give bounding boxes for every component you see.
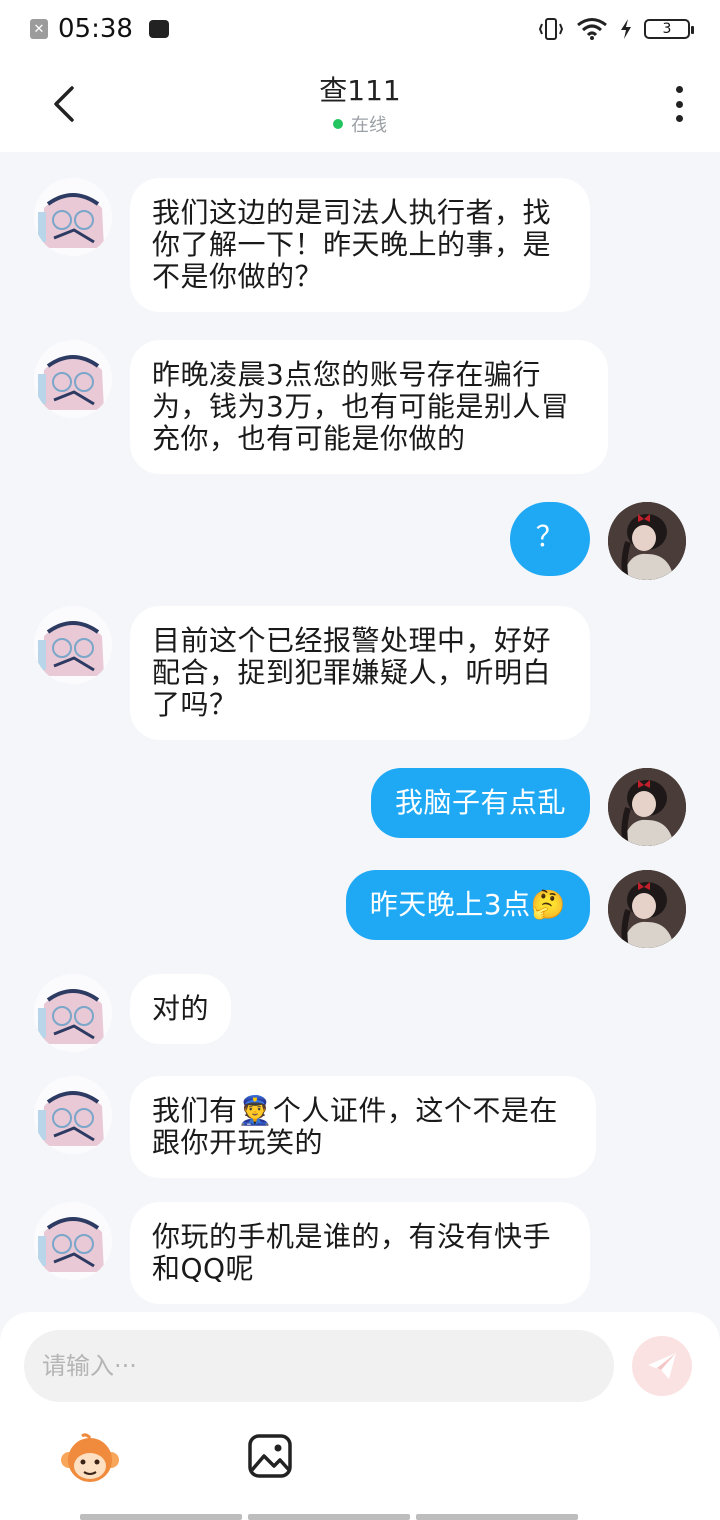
vibrate-icon: [538, 18, 564, 40]
message-bubble[interactable]: 我们这边的是司法人执行者，找你了解一下！昨天晚上的事，是不是你做的？: [130, 178, 590, 312]
message-bubble[interactable]: 昨晚凌晨3点您的账号存在骗行为，钱为3万，也有可能是别人冒充你，也有可能是你做的: [130, 340, 608, 474]
more-options-button[interactable]: [672, 86, 686, 122]
wifi-icon: [577, 18, 607, 40]
gesture-bar: [80, 1514, 578, 1520]
contact-avatar[interactable]: [34, 1076, 112, 1154]
message-bubble[interactable]: 我脑子有点乱: [370, 768, 590, 838]
emoji-button[interactable]: [60, 1432, 120, 1488]
message-bubble[interactable]: 昨天晚上3点🤔: [345, 870, 590, 940]
message-text: 昨天晚上3点: [369, 888, 531, 921]
message-bubble[interactable]: 你玩的手机是谁的，有没有快手和QQ呢: [130, 1202, 590, 1304]
battery-icon: 3: [644, 19, 694, 39]
thinking-face-icon: 🤔: [530, 888, 566, 921]
contact-avatar[interactable]: [34, 178, 112, 256]
status-bar: ✕ 05:38 3: [0, 0, 720, 58]
contact-avatar[interactable]: [34, 1202, 112, 1280]
notification-icon: ✕: [30, 19, 48, 39]
message-icon: [148, 20, 169, 38]
online-status: 在线: [332, 111, 387, 137]
send-button[interactable]: [632, 1336, 692, 1396]
user-avatar[interactable]: [608, 502, 686, 580]
message-bubble[interactable]: 目前这个已经报警处理中，好好配合，捉到犯罪嫌疑人，听明白了吗？: [130, 606, 590, 740]
chat-title: 查111: [319, 74, 401, 107]
image-button[interactable]: [246, 1432, 306, 1488]
monkey-face-icon: [61, 1433, 119, 1482]
battery-level: 3: [662, 21, 672, 37]
user-avatar[interactable]: [608, 768, 686, 846]
charging-icon: [621, 19, 631, 39]
contact-avatar[interactable]: [34, 974, 112, 1052]
send-icon: [648, 1353, 676, 1379]
police-officer-icon: 👮: [237, 1094, 273, 1127]
message-bubble[interactable]: 对的: [130, 974, 232, 1044]
online-status-text: 在线: [350, 115, 387, 136]
more-dot-icon: [675, 86, 683, 93]
status-time: 05:38: [58, 14, 133, 44]
message-bubble[interactable]: ？: [510, 502, 590, 576]
message-text: 我们有: [152, 1094, 238, 1127]
input-bar: [0, 1312, 720, 1520]
message-bubble[interactable]: 我们有👮个人证件，这个不是在跟你开玩笑的: [130, 1076, 596, 1178]
more-dot-icon: [675, 100, 683, 108]
online-dot-icon: [332, 119, 343, 129]
message-list[interactable]: 我们这边的是司法人执行者，找你了解一下！昨天晚上的事，是不是你做的？ 昨晚凌晨3…: [0, 152, 720, 1312]
message-input[interactable]: [24, 1330, 614, 1402]
image-icon: [248, 1434, 292, 1478]
user-avatar[interactable]: [608, 870, 686, 948]
chevron-left-icon: [54, 86, 74, 122]
more-dot-icon: [675, 115, 683, 122]
contact-avatar[interactable]: [34, 340, 112, 418]
contact-avatar[interactable]: [34, 606, 112, 684]
back-button[interactable]: [44, 84, 84, 124]
chat-header: 查111 在线: [0, 58, 720, 152]
